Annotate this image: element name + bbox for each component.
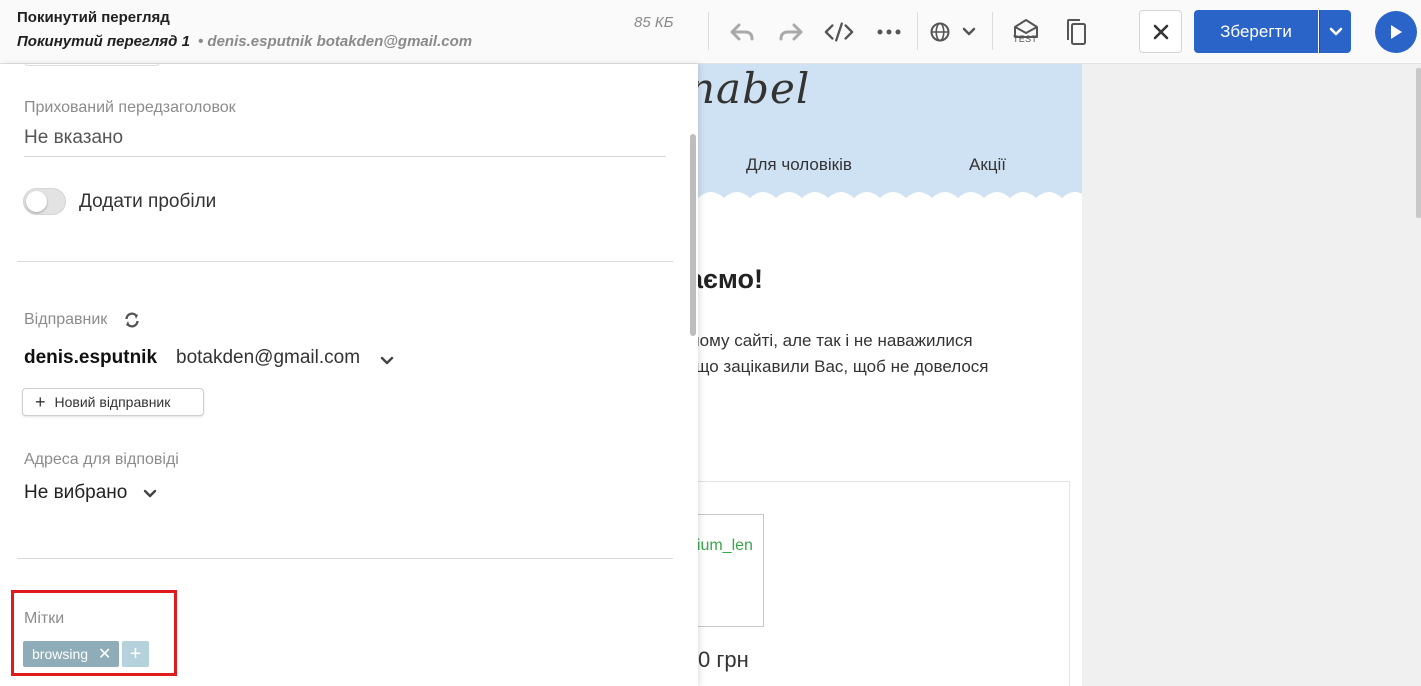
- email-canvas[interactable]: nabel Для чоловіків Акції аємо! шому сай…: [698, 64, 1082, 686]
- plus-icon: +: [129, 642, 142, 665]
- preheader-input[interactable]: Не вказано: [24, 127, 123, 149]
- sender-name[interactable]: denis.esputnik: [24, 347, 157, 369]
- message-settings-panel: Прихований передзаголовок Не вказано Дод…: [0, 64, 698, 686]
- sender-label: Відправник: [24, 311, 108, 328]
- plus-icon: +: [35, 391, 46, 412]
- chevron-down-icon[interactable]: [143, 489, 157, 499]
- add-spaces-label: Додати пробіли: [79, 191, 217, 212]
- redo-icon[interactable]: [776, 17, 806, 47]
- sender-meta: • denis.esputnik botakden@gmail.com: [198, 33, 473, 50]
- tag-chip: browsing ✕: [23, 641, 120, 667]
- panel-scrollbar[interactable]: [690, 134, 696, 336]
- toolbar-divider: [917, 12, 918, 50]
- play-icon: [1391, 25, 1402, 39]
- email-nav-sales[interactable]: Акції: [969, 155, 1006, 175]
- globe-icon: [930, 22, 950, 42]
- preheader-label: Прихований передзаголовок: [24, 99, 236, 116]
- chevron-down-icon: [1329, 27, 1342, 35]
- tag-label: browsing: [32, 646, 89, 662]
- reply-to-select[interactable]: Не вибрано: [24, 482, 127, 504]
- campaign-title: Покинутий перегляд: [17, 9, 170, 26]
- chevron-down-icon[interactable]: [380, 356, 394, 366]
- reply-to-label: Адреса для відповіді: [24, 451, 179, 468]
- email-body-text: шому сайті, але так і не наважилися , що…: [698, 328, 989, 380]
- save-button[interactable]: Зберегти: [1194, 10, 1318, 53]
- toolbar-divider: [992, 12, 993, 50]
- mobile-preview-icon[interactable]: [1062, 17, 1092, 47]
- brand-logo: nabel: [698, 64, 811, 113]
- new-sender-button[interactable]: + Новий відправник: [22, 388, 204, 416]
- product-image: [698, 514, 764, 627]
- email-text-line: , що зацікавили Вас, щоб не довелося: [698, 357, 989, 376]
- sender-email[interactable]: botakden@gmail.com: [176, 347, 360, 369]
- save-options-button[interactable]: [1319, 10, 1351, 53]
- email-header: nabel Для чоловіків Акції: [698, 64, 1082, 214]
- more-icon[interactable]: [874, 17, 904, 47]
- wave-divider: [698, 192, 1082, 214]
- launch-button[interactable]: [1375, 11, 1417, 53]
- section-divider: [17, 261, 673, 262]
- language-dropdown[interactable]: [928, 17, 980, 47]
- email-text-line: шому сайті, але так і не наважилися: [698, 331, 973, 350]
- preheader-underline: [24, 156, 666, 157]
- product-image-alt: dium_len: [698, 537, 753, 554]
- add-tag-button[interactable]: +: [122, 641, 149, 667]
- preview-scrollbar[interactable]: [1416, 68, 1421, 218]
- toolbar-divider: [708, 12, 709, 50]
- message-name[interactable]: Покинутий перегляд 1: [17, 33, 190, 50]
- toggle-knob: [26, 191, 47, 212]
- undo-icon[interactable]: [727, 17, 757, 47]
- remove-tag-icon[interactable]: ✕: [98, 644, 111, 664]
- close-button[interactable]: [1139, 10, 1182, 53]
- new-sender-label: Новий відправник: [54, 394, 171, 410]
- test-label: TEST: [1013, 34, 1038, 44]
- refresh-icon[interactable]: [123, 311, 141, 329]
- code-icon[interactable]: [824, 17, 854, 47]
- email-preview: nabel Для чоловіків Акції аємо! шому сай…: [698, 64, 1421, 686]
- close-icon: [1153, 24, 1168, 39]
- section-divider: [17, 558, 673, 559]
- collapsed-button-edge: [24, 64, 160, 66]
- tags-label: Мітки: [24, 610, 65, 627]
- top-bar: Покинутий перегляд Покинутий перегляд 1 …: [0, 0, 1421, 64]
- message-size: 85 КБ: [634, 14, 674, 31]
- product-price: г0 грн: [698, 647, 749, 672]
- email-heading: аємо!: [698, 264, 764, 294]
- add-spaces-toggle[interactable]: [23, 188, 66, 215]
- email-nav-men[interactable]: Для чоловіків: [746, 155, 852, 175]
